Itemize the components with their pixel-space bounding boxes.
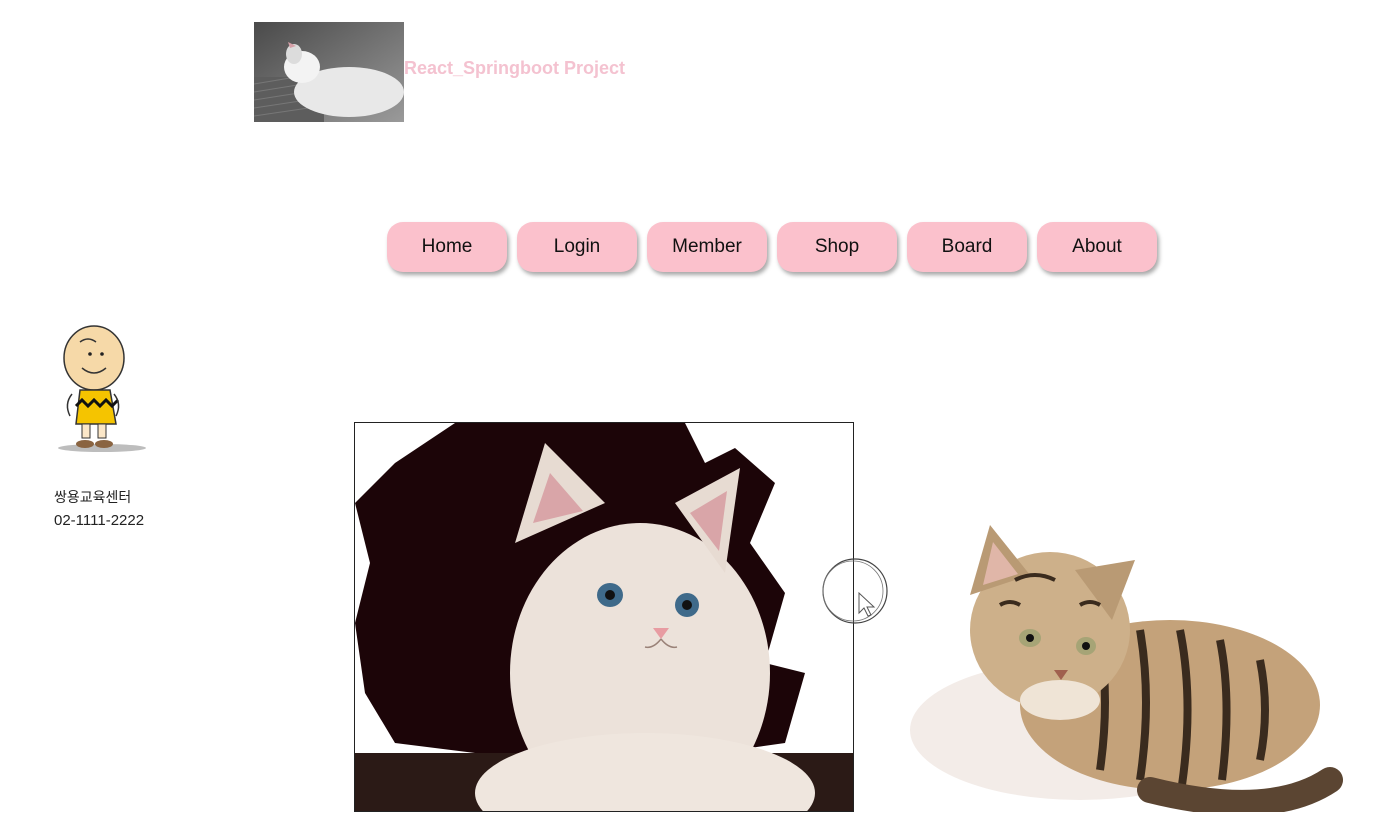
cursor-ring-icon <box>821 557 889 625</box>
charlie-brown-image <box>52 320 152 460</box>
site-title[interactable]: React_Springboot Project <box>404 58 625 79</box>
nav-home-button[interactable]: Home <box>387 222 507 272</box>
white-kitten-image <box>354 422 854 812</box>
main-nav: Home Login Member Shop Board About <box>387 222 1157 272</box>
company-phone: 02-1111-2222 <box>54 512 145 529</box>
nav-board-button[interactable]: Board <box>907 222 1027 272</box>
company-name: 쌍용교육센터 <box>54 489 132 505</box>
logo-image[interactable] <box>254 22 404 122</box>
nav-member-button[interactable]: Member <box>647 222 767 272</box>
nav-about-button[interactable]: About <box>1037 222 1157 272</box>
tabby-kitten-image <box>850 470 1378 816</box>
nav-shop-button[interactable]: Shop <box>777 222 897 272</box>
nav-login-button[interactable]: Login <box>517 222 637 272</box>
